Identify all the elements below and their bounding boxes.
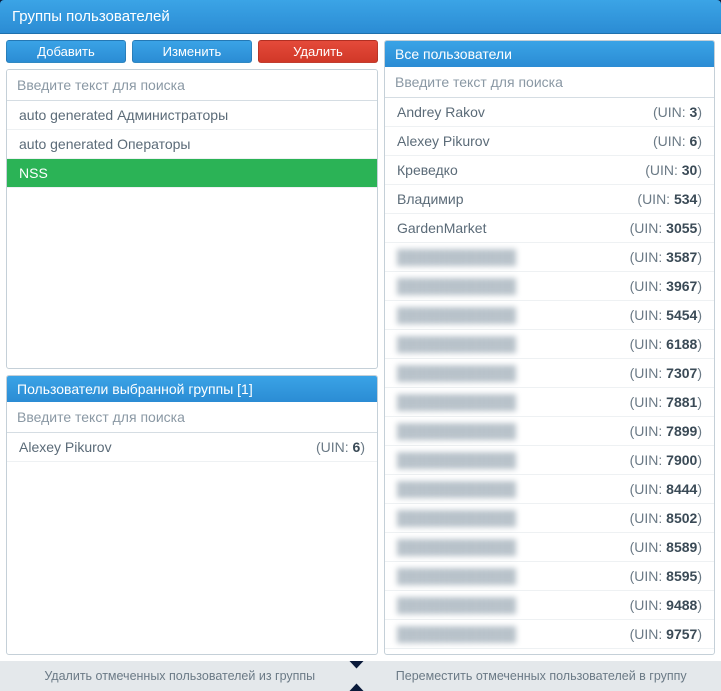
user-row[interactable]: ████████████ (UIN: 8502): [385, 504, 714, 533]
user-name: ████████████: [397, 597, 516, 613]
user-uin: (UIN: 8502): [630, 510, 702, 526]
user-uin: (UIN: 8444): [630, 481, 702, 497]
all-users-list[interactable]: Andrey Rakov (UIN: 3) Alexey Pikurov (UIN: …: [385, 98, 714, 654]
groups-panel: auto generated Администраторы auto genera…: [6, 69, 378, 369]
all-users-search-input[interactable]: [385, 67, 714, 98]
window-title: Группы пользователей: [0, 0, 721, 34]
user-name: ████████████: [397, 249, 516, 265]
group-row[interactable]: auto generated Администраторы: [7, 101, 377, 130]
user-name: Владимир: [397, 191, 464, 207]
user-uin: (UIN: 8589): [630, 539, 702, 555]
user-name: Креведко: [397, 162, 458, 178]
user-uin: (UIN: 8595): [630, 568, 702, 584]
user-row[interactable]: ████████████ (UIN: 7307): [385, 359, 714, 388]
user-row[interactable]: Alexey Pikurov (UIN: 6): [385, 127, 714, 156]
user-uin: (UIN: 3967): [630, 278, 702, 294]
user-row[interactable]: ████████████ (UIN: 7900): [385, 446, 714, 475]
members-list[interactable]: Alexey Pikurov (UIN: 6): [7, 433, 377, 654]
user-name: ████████████: [397, 481, 516, 497]
group-row[interactable]: auto generated Операторы: [7, 130, 377, 159]
group-row[interactable]: NSS: [7, 159, 377, 188]
user-name: ████████████: [397, 539, 516, 555]
user-row[interactable]: **maximilian****(UIN: 9865): [385, 649, 714, 654]
user-uin: (UIN: 30): [645, 162, 702, 178]
user-name: Alexey Pikurov: [19, 439, 112, 455]
user-uin: (UIN: 7899): [630, 423, 702, 439]
user-row[interactable]: ████████████ (UIN: 9757): [385, 620, 714, 649]
user-name: Andrey Rakov: [397, 104, 485, 120]
group-name: auto generated Операторы: [19, 136, 191, 152]
group-toolbar: Добавить Изменить Удалить: [6, 40, 378, 63]
user-name: ████████████: [397, 510, 516, 526]
footer-bar: Удалить отмеченных пользователей из груп…: [0, 661, 721, 691]
user-row[interactable]: ████████████ (UIN: 8595): [385, 562, 714, 591]
user-uin: (UIN: 6): [316, 439, 365, 455]
user-row[interactable]: ████████████ (UIN: 7899): [385, 417, 714, 446]
user-uin: (UIN: 7307): [630, 365, 702, 381]
right-column: Все пользователи Andrey Rakov (UIN: 3) Ale…: [384, 40, 715, 655]
user-row[interactable]: ████████████ (UIN: 7881): [385, 388, 714, 417]
user-row[interactable]: ████████████ (UIN: 5454): [385, 301, 714, 330]
user-name: ████████████: [397, 307, 516, 323]
user-uin: (UIN: 534): [637, 191, 702, 207]
user-name: ████████████: [397, 336, 516, 352]
user-uin: (UIN: 9488): [630, 597, 702, 613]
user-uin: (UIN: 7900): [630, 452, 702, 468]
user-uin: (UIN: 3): [653, 104, 702, 120]
user-name: ████████████: [397, 394, 516, 410]
user-uin: (UIN: 7881): [630, 394, 702, 410]
user-row[interactable]: Владимир (UIN: 534): [385, 185, 714, 214]
groups-search-input[interactable]: [7, 70, 377, 101]
user-row[interactable]: GardenMarket (UIN: 3055): [385, 214, 714, 243]
user-row[interactable]: Alexey Pikurov (UIN: 6): [7, 433, 377, 462]
user-row[interactable]: ████████████ (UIN: 6188): [385, 330, 714, 359]
user-uin: (UIN: 6): [653, 133, 702, 149]
group-name: auto generated Администраторы: [19, 107, 228, 123]
members-search-input[interactable]: [7, 402, 377, 433]
groups-list[interactable]: auto generated Администраторы auto genera…: [7, 101, 377, 368]
user-name: ████████████: [397, 626, 516, 642]
edit-button[interactable]: Изменить: [132, 40, 252, 63]
user-name: ████████████: [397, 278, 516, 294]
user-row[interactable]: ████████████ (UIN: 8444): [385, 475, 714, 504]
all-users-header: Все пользователи: [385, 41, 714, 67]
user-row[interactable]: ████████████ (UIN: 3587): [385, 243, 714, 272]
user-uin: (UIN: 3587): [630, 249, 702, 265]
user-row[interactable]: Креведко (UIN: 30): [385, 156, 714, 185]
user-row[interactable]: ████████████ (UIN: 3967): [385, 272, 714, 301]
user-name: Alexey Pikurov: [397, 133, 490, 149]
add-button[interactable]: Добавить: [6, 40, 126, 63]
user-groups-window: Группы пользователей Добавить Изменить У…: [0, 0, 721, 691]
all-users-panel: Все пользователи Andrey Rakov (UIN: 3) Ale…: [384, 40, 715, 655]
user-uin: (UIN: 3055): [630, 220, 702, 236]
user-uin: (UIN: 9757): [630, 626, 702, 642]
group-members-panel: Пользователи выбранной группы [1] Alexey…: [6, 375, 378, 655]
user-name: GardenMarket: [397, 220, 486, 236]
user-uin: (UIN: 6188): [630, 336, 702, 352]
left-column: Добавить Изменить Удалить auto generated…: [6, 40, 378, 655]
user-name: ████████████: [397, 568, 516, 584]
user-name: ████████████: [397, 365, 516, 381]
content-area: Добавить Изменить Удалить auto generated…: [0, 34, 721, 661]
user-name: ████████████: [397, 423, 516, 439]
group-members-header: Пользователи выбранной группы [1]: [7, 376, 377, 402]
remove-from-group-button[interactable]: Удалить отмеченных пользователей из груп…: [0, 661, 364, 691]
user-row[interactable]: ████████████ (UIN: 9488): [385, 591, 714, 620]
user-row[interactable]: Andrey Rakov (UIN: 3): [385, 98, 714, 127]
user-name: ████████████: [397, 452, 516, 468]
group-name: NSS: [19, 165, 48, 181]
delete-button[interactable]: Удалить: [258, 40, 378, 63]
user-uin: (UIN: 5454): [630, 307, 702, 323]
user-row[interactable]: ████████████ (UIN: 8589): [385, 533, 714, 562]
move-to-group-button[interactable]: Переместить отмеченных пользователей в г…: [350, 661, 721, 691]
